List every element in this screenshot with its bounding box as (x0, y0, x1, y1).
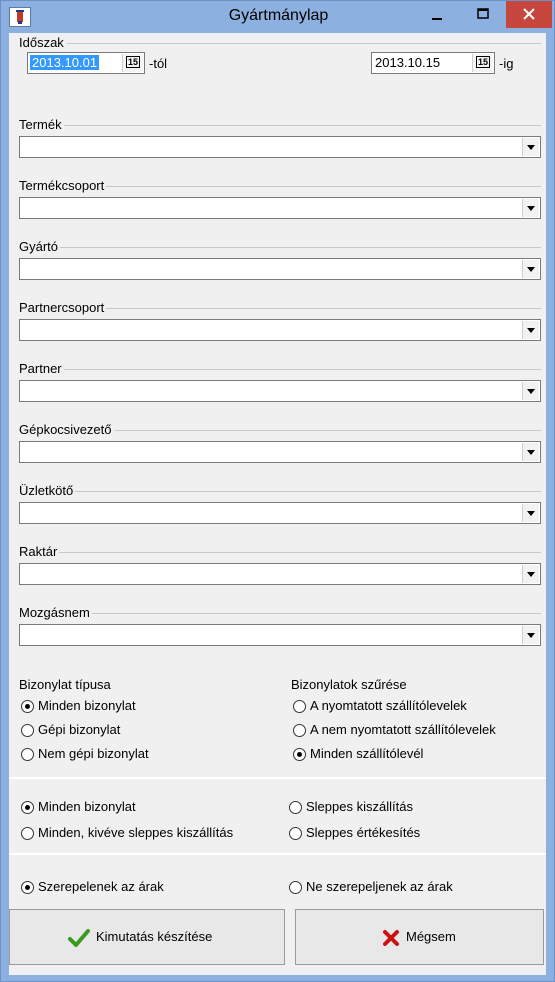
period-label: Időszak (19, 35, 64, 50)
radio-button[interactable] (289, 801, 302, 814)
radio-label[interactable]: Minden, kivéve sleppes kiszállítás (38, 825, 233, 840)
create-report-button[interactable]: Kimutatás készítése (9, 909, 285, 965)
window: Gyártmánylap Időszak 2013.10.01 15 -tól … (0, 0, 555, 982)
filter-combobox[interactable] (19, 380, 541, 402)
radio-button[interactable] (21, 748, 34, 761)
filter-label: Üzletkötő (19, 483, 76, 498)
radio-button[interactable] (289, 827, 302, 840)
date-to-field[interactable]: 2013.10.15 15 (371, 52, 495, 74)
radio-label[interactable]: Sleppes kiszállítás (306, 799, 413, 814)
radio-label[interactable]: Minden szállítólevél (310, 746, 423, 761)
filter-divider (19, 552, 541, 553)
radio-button[interactable] (21, 801, 34, 814)
date-from-value: 2013.10.01 (30, 55, 100, 70)
period-divider (67, 43, 541, 44)
cancel-label: Mégsem (406, 929, 456, 944)
radio-label[interactable]: A nyomtatott szállítólevelek (310, 698, 467, 713)
section-divider (9, 777, 546, 779)
filter-combobox[interactable] (19, 502, 541, 524)
date-from-field[interactable]: 2013.10.01 15 (27, 52, 145, 74)
section-divider (9, 853, 546, 855)
radio-button[interactable] (21, 881, 34, 894)
radio-button[interactable] (21, 724, 34, 737)
filter-label: Raktár (19, 544, 60, 559)
filter-combobox[interactable] (19, 624, 541, 646)
doc-filter-label: Bizonylatok szűrése (291, 677, 407, 692)
filter-label: Partnercsoport (19, 300, 107, 315)
filter-divider (19, 125, 541, 126)
filter-combobox[interactable] (19, 319, 541, 341)
filter-label: Mozgásnem (19, 605, 92, 620)
radio-label[interactable]: Szerepelenek az árak (38, 879, 164, 894)
filter-divider (19, 369, 541, 370)
calendar-icon[interactable]: 15 (472, 54, 493, 72)
chevron-down-icon[interactable] (522, 199, 539, 217)
chevron-down-icon[interactable] (522, 260, 539, 278)
radio-label[interactable]: Sleppes értékesítés (306, 825, 420, 840)
radio-button[interactable] (21, 827, 34, 840)
chevron-down-icon[interactable] (522, 382, 539, 400)
doc-type-label: Bizonylat típusa (19, 677, 111, 692)
check-icon (68, 929, 90, 947)
radio-label[interactable]: Minden bizonylat (38, 799, 136, 814)
minimize-button[interactable] (414, 2, 460, 28)
radio-button[interactable] (293, 724, 306, 737)
cancel-x-icon (383, 930, 399, 946)
filter-label: Gépkocsivezető (19, 422, 114, 437)
filter-combobox[interactable] (19, 197, 541, 219)
close-button[interactable] (506, 1, 552, 28)
radio-label[interactable]: Nem gépi bizonylat (38, 746, 149, 761)
date-to-suffix: -ig (499, 56, 514, 71)
filter-label: Partner (19, 361, 64, 376)
filter-divider (19, 247, 541, 248)
radio-label[interactable]: Ne szerepeljenek az árak (306, 879, 453, 894)
radio-label[interactable]: Gépi bizonylat (38, 722, 120, 737)
radio-button[interactable] (289, 881, 302, 894)
cancel-button[interactable]: Mégsem (295, 909, 544, 965)
chevron-down-icon[interactable] (522, 565, 539, 583)
filter-divider (19, 613, 541, 614)
chevron-down-icon[interactable] (522, 504, 539, 522)
chevron-down-icon[interactable] (522, 138, 539, 156)
filter-combobox[interactable] (19, 258, 541, 280)
calendar-icon[interactable]: 15 (122, 54, 143, 72)
chevron-down-icon[interactable] (522, 443, 539, 461)
chevron-down-icon[interactable] (522, 321, 539, 339)
chevron-down-icon[interactable] (522, 626, 539, 644)
create-report-label: Kimutatás készítése (96, 929, 213, 944)
radio-button[interactable] (21, 700, 34, 713)
close-icon (523, 8, 535, 20)
date-to-value: 2013.10.15 (375, 55, 441, 70)
radio-button[interactable] (293, 700, 306, 713)
radio-label[interactable]: Minden bizonylat (38, 698, 136, 713)
filter-combobox[interactable] (19, 563, 541, 585)
filter-label: Termékcsoport (19, 178, 107, 193)
filter-label: Termék (19, 117, 64, 132)
title-bar[interactable]: Gyártmánylap (1, 1, 554, 33)
filter-combobox[interactable] (19, 441, 541, 463)
filter-combobox[interactable] (19, 136, 541, 158)
radio-button[interactable] (293, 748, 306, 761)
date-from-suffix: -tól (149, 56, 168, 71)
radio-label[interactable]: A nem nyomtatott szállítólevelek (310, 722, 496, 737)
maximize-button[interactable] (460, 2, 506, 28)
filter-divider (19, 491, 541, 492)
filter-label: Gyártó (19, 239, 61, 254)
dialog-body: Időszak 2013.10.01 15 -tól 2013.10.15 15… (9, 33, 546, 975)
